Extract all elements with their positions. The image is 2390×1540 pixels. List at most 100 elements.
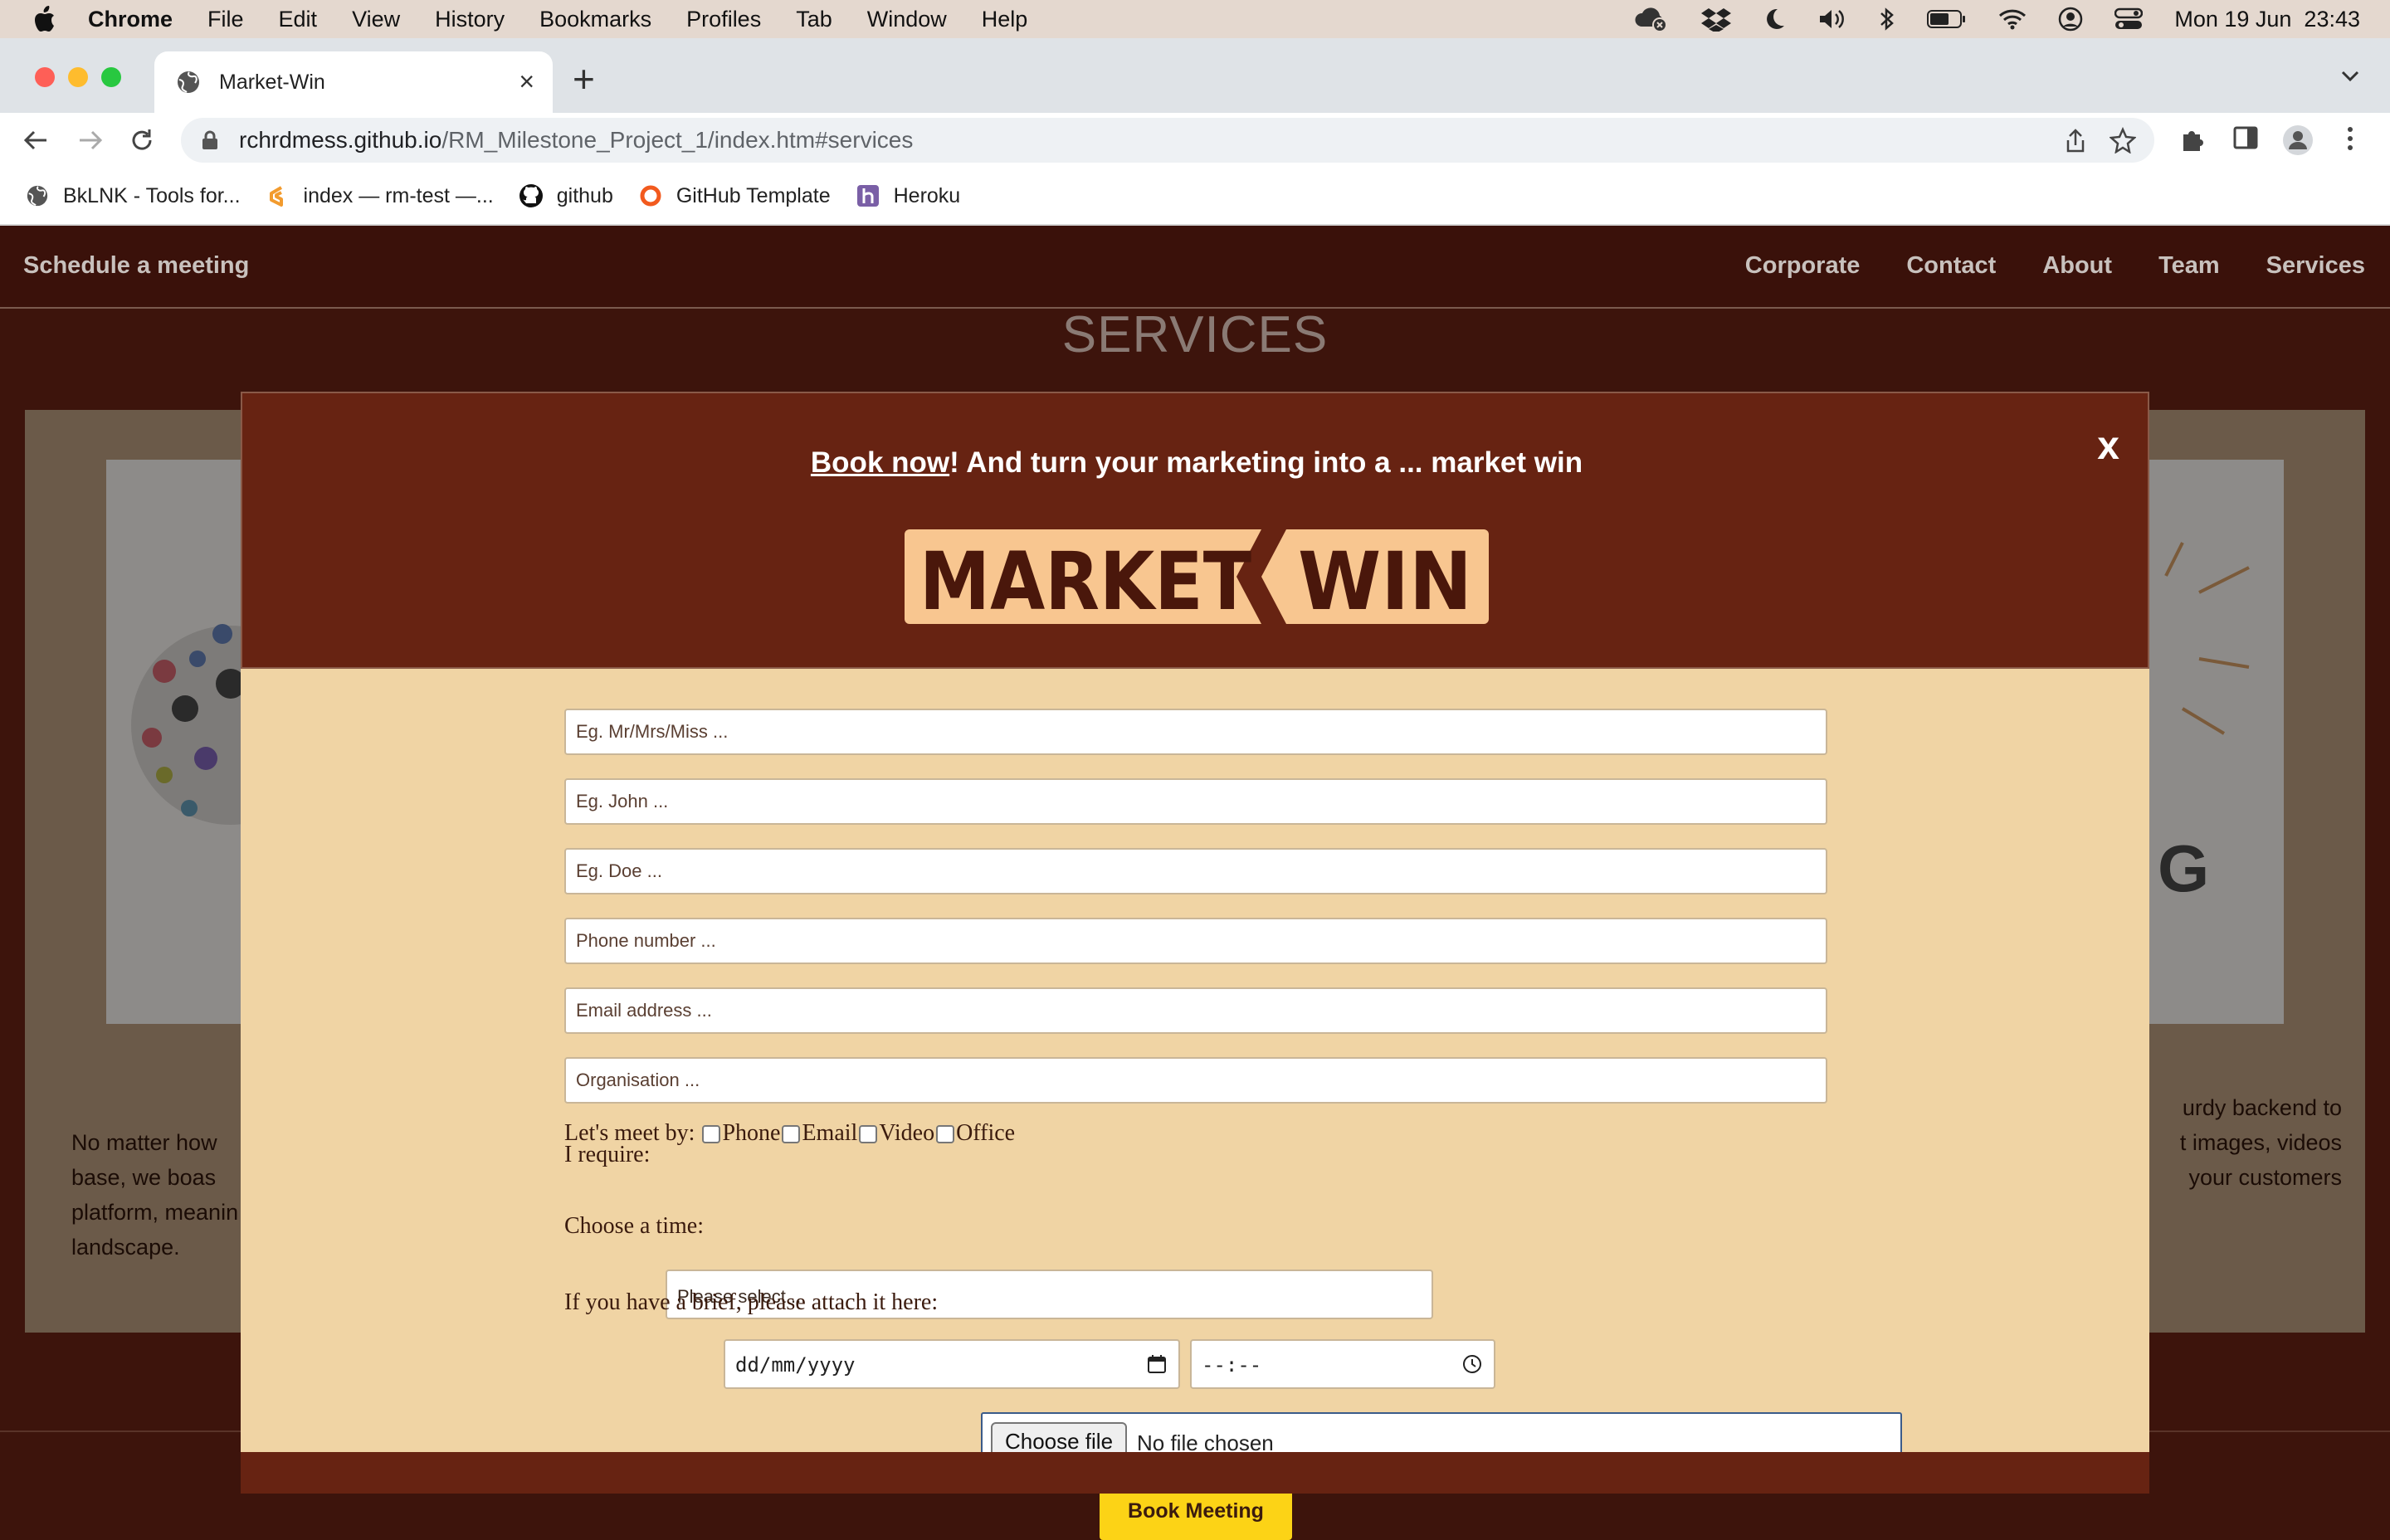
menu-history[interactable]: History (435, 7, 505, 32)
share-icon[interactable] (2065, 129, 2086, 154)
meet-email-checkbox[interactable] (782, 1125, 801, 1143)
email-input[interactable] (564, 987, 1827, 1034)
profile-avatar-icon[interactable] (2282, 124, 2314, 156)
user-account-icon[interactable] (2058, 7, 2083, 32)
nav-services[interactable]: Services (2266, 252, 2365, 280)
dropbox-icon[interactable] (1701, 7, 1732, 32)
nav-corporate[interactable]: Corporate (1745, 252, 1861, 280)
book-now-link[interactable]: Book now (811, 446, 949, 479)
menu-tab[interactable]: Tab (796, 7, 832, 32)
svg-text:G: G (2158, 831, 2209, 905)
schedule-meeting-link[interactable]: Schedule a meeting (23, 252, 249, 280)
service-right-text: urdy backend to t images, videos your cu… (2149, 1090, 2342, 1195)
bookmark-label: github (556, 183, 613, 207)
menu-app-name[interactable]: Chrome (88, 7, 173, 32)
bookmark-github-template[interactable]: GitHub Template (638, 183, 831, 208)
meet-phone-label: Phone (722, 1120, 781, 1146)
moon-icon[interactable] (1763, 7, 1786, 31)
time-value: --:-- (1202, 1353, 1262, 1377)
url-host: rchrdmess.github.io (239, 127, 442, 153)
meet-email-label: Email (802, 1120, 858, 1146)
ring-icon (638, 183, 663, 208)
booking-modal: Book now! And turn your marketing into a… (241, 392, 2149, 1540)
volume-icon[interactable] (1817, 7, 1847, 31)
first-name-input[interactable] (564, 778, 1827, 825)
bookmark-github[interactable]: github (519, 183, 613, 208)
menu-window[interactable]: Window (867, 7, 947, 32)
bluetooth-icon[interactable] (1879, 7, 1895, 32)
wifi-icon[interactable] (1998, 8, 2027, 30)
globe-icon (178, 71, 199, 93)
tab-close-icon[interactable]: × (519, 68, 534, 95)
text-line: your customers (2188, 1165, 2342, 1190)
meet-phone-checkbox[interactable] (702, 1125, 721, 1143)
phone-input[interactable] (564, 918, 1827, 964)
modal-form-body: Let's meet by: PhoneEmailVideoOffice I r… (241, 669, 2149, 1540)
window-minimize-button[interactable] (68, 67, 88, 87)
nav-contact[interactable]: Contact (1906, 252, 1996, 280)
address-bar[interactable]: rchrdmess.github.io/RM_Milestone_Project… (181, 118, 2154, 163)
menu-view[interactable]: View (352, 7, 400, 32)
chrome-menu-kebab-icon[interactable] (2345, 124, 2355, 153)
control-center-icon[interactable] (2114, 7, 2144, 31)
menu-edit[interactable]: Edit (279, 7, 318, 32)
gitpod-icon (266, 183, 290, 208)
logo-win-text: WIN (1298, 535, 1472, 624)
github-icon (519, 183, 544, 208)
back-arrow-icon[interactable] (20, 124, 51, 156)
meet-office-checkbox[interactable] (936, 1125, 955, 1143)
title-input[interactable] (564, 709, 1827, 755)
last-name-input[interactable] (564, 848, 1827, 894)
menu-bookmarks[interactable]: Bookmarks (539, 7, 651, 32)
date-value: dd/mm/yyyy (735, 1353, 856, 1377)
tab-search-chevron-icon[interactable] (2340, 68, 2360, 83)
meet-video-checkbox[interactable] (859, 1125, 878, 1143)
calendar-icon[interactable] (1147, 1354, 1167, 1374)
tab-title: Market-Win (219, 70, 325, 94)
require-label: I require: (564, 1142, 651, 1167)
graphic-image: G (2149, 460, 2284, 1024)
bookmark-label: GitHub Template (676, 183, 831, 207)
nav-about[interactable]: About (2042, 252, 2112, 280)
brief-label: If you have a brief, please attach it he… (564, 1289, 939, 1315)
text-line: urdy backend to (2182, 1095, 2342, 1120)
clock-icon[interactable] (1462, 1354, 1482, 1374)
text-line: t images, videos (2179, 1130, 2342, 1155)
logo-market-text: MARKET (919, 535, 1251, 624)
url-path: /RM_Milestone_Project_1/index.htm#servic… (441, 127, 914, 153)
bookmark-star-icon[interactable] (2110, 127, 2136, 154)
date-input[interactable]: dd/mm/yyyy (724, 1339, 1180, 1389)
service-card-right: G urdy backend to t images, videos your … (2149, 410, 2365, 1333)
window-maximize-button[interactable] (101, 67, 121, 87)
url-text[interactable]: rchrdmess.github.io/RM_Milestone_Project… (239, 127, 913, 154)
site-navbar: Schedule a meeting Corporate Contact Abo… (0, 226, 2390, 309)
site-nav-links: Corporate Contact About Team Services (1745, 252, 2365, 280)
lock-icon[interactable] (199, 129, 221, 151)
new-tab-plus-icon[interactable]: + (573, 60, 595, 98)
modal-header: Book now! And turn your marketing into a… (241, 392, 2149, 669)
bookmark-bklnk[interactable]: BkLNK - Tools for... (25, 183, 241, 208)
bookmark-index-rm-test[interactable]: index — rm-test —... (266, 183, 494, 208)
battery-icon[interactable] (1927, 9, 1967, 29)
heroku-icon (856, 183, 880, 208)
bookmark-heroku[interactable]: Heroku (856, 183, 960, 208)
window-close-button[interactable] (35, 67, 55, 87)
forward-arrow-icon[interactable] (75, 124, 106, 156)
time-input[interactable]: --:-- (1190, 1339, 1495, 1389)
menubar-clock[interactable]: Mon 19 Jun 23:43 (2174, 7, 2360, 32)
apple-icon[interactable] (33, 6, 56, 32)
extensions-puzzle-icon[interactable] (2179, 124, 2207, 153)
menu-help[interactable]: Help (982, 7, 1028, 32)
nav-team[interactable]: Team (2158, 252, 2220, 280)
tab-market-win[interactable]: Market-Win × (154, 51, 553, 113)
side-panel-icon[interactable] (2232, 124, 2259, 151)
reload-icon[interactable] (126, 124, 158, 156)
modal-close-icon[interactable]: x (2097, 426, 2119, 466)
bookmark-label: index — rm-test —... (303, 183, 494, 207)
organisation-input[interactable] (564, 1057, 1827, 1104)
menu-profiles[interactable]: Profiles (686, 7, 761, 32)
browser-toolbar: rchrdmess.github.io/RM_Milestone_Project… (0, 113, 2390, 168)
choose-time-label: Choose a time: (564, 1213, 704, 1239)
menu-file[interactable]: File (207, 7, 244, 32)
cloud-sync-icon[interactable] (1633, 5, 1670, 33)
